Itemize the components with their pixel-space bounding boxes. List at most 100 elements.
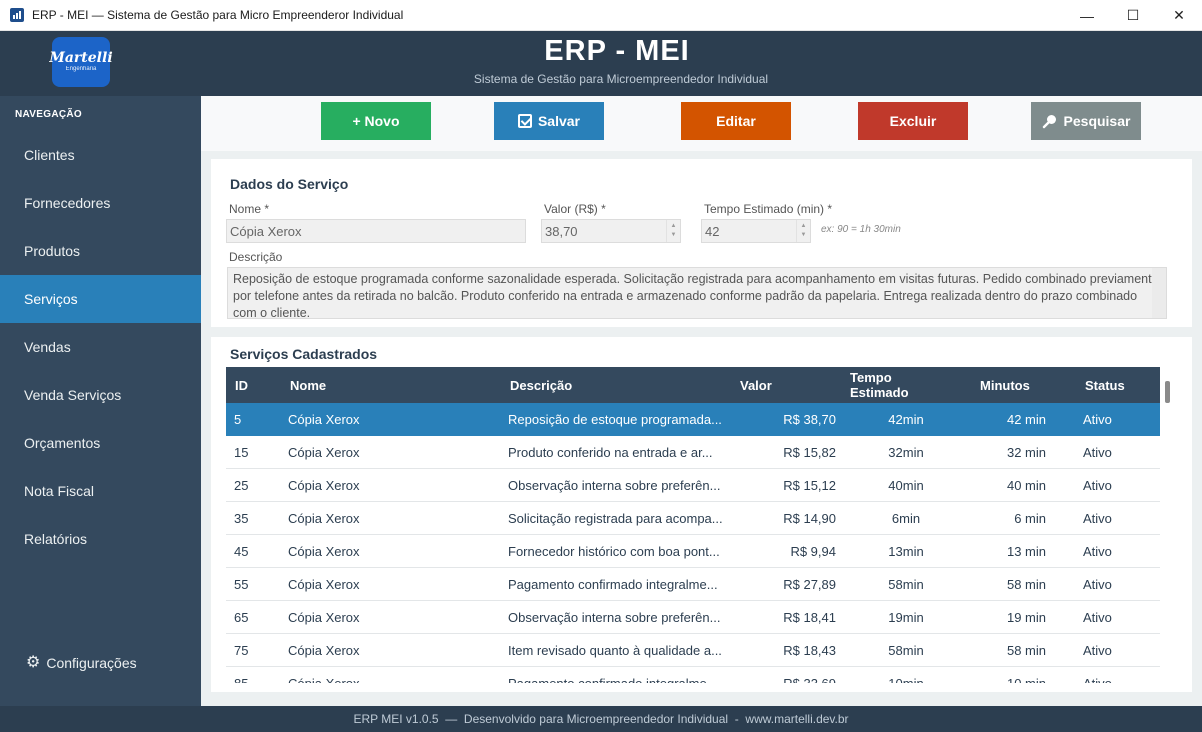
cell-descricao: Observação interna sobre preferên... <box>508 610 721 625</box>
cell-minutos: 6 min <box>1014 511 1046 526</box>
cell-valor: R$ 15,82 <box>783 445 836 460</box>
cell-nome: Cópia Xerox <box>288 577 360 592</box>
price-field[interactable]: 38,70 ▲ ▼ <box>541 219 681 243</box>
sidebar-item-clientes[interactable]: Clientes <box>0 131 201 179</box>
search-button[interactable]: Pesquisar <box>1031 102 1141 140</box>
col-valor[interactable]: Valor <box>740 367 772 403</box>
search-icon <box>1042 115 1056 129</box>
cell-status: Ativo <box>1083 544 1112 559</box>
col-descricao[interactable]: Descrição <box>510 367 572 403</box>
table-row[interactable]: 85 Cópia Xerox Pagamento confirmado integr… <box>226 667 1160 683</box>
settings-button[interactable]: ⚙ Configurações <box>26 655 137 672</box>
cell-tempo: 40min <box>888 478 924 493</box>
cell-id: 85 <box>234 667 248 683</box>
maximize-button[interactable]: ☐ <box>1110 0 1156 31</box>
sidebar-item-nota-fiscal[interactable]: Nota Fiscal <box>0 467 201 515</box>
cell-nome: Cópia Xerox <box>288 667 360 683</box>
cell-status: Ativo <box>1083 643 1112 658</box>
sidebar-item-venda-servicos[interactable]: Venda Serviços <box>0 371 201 419</box>
description-field[interactable]: Reposição de estoque programada conforme… <box>227 267 1167 319</box>
col-minutos[interactable]: Minutos <box>980 367 1030 403</box>
cell-id: 15 <box>234 445 249 460</box>
sidebar-item-relatorios[interactable]: Relatórios <box>0 515 201 563</box>
window-title: ERP - MEI — Sistema de Gestão para Micro… <box>32 8 404 22</box>
cell-descricao: Observação interna sobre preferên... <box>508 478 721 493</box>
delete-button[interactable]: Excluir <box>858 102 968 140</box>
cell-tempo: 58min <box>888 643 924 658</box>
sidebar-item-fornecedores[interactable]: Fornecedores <box>0 179 201 227</box>
table-row[interactable]: 55 Cópia Xerox Pagamento confirmado integr… <box>226 568 1160 601</box>
cell-minutos: 58 min <box>1006 577 1046 592</box>
scrollbar-thumb[interactable] <box>1165 381 1170 403</box>
services-table-panel: Serviços Cadastrados ID Nome Descrição V… <box>211 337 1192 692</box>
cell-descricao: Pagamento confirmado integralme... <box>508 577 718 592</box>
sidebar-item-orcamentos[interactable]: Orçamentos <box>0 419 201 467</box>
close-button[interactable]: ✕ <box>1156 0 1202 31</box>
table-row[interactable]: 35 Cópia Xerox Solicitação registrada para… <box>226 502 1160 535</box>
cell-valor: R$ 18,41 <box>783 610 836 625</box>
table-row[interactable]: 75 Cópia Xerox Item revisado quanto à qual… <box>226 634 1160 667</box>
table-row[interactable]: 15 Cópia Xerox Produto conferido na entrad… <box>226 436 1160 469</box>
cell-minutos: 58 min <box>1006 643 1046 658</box>
description-scrollbar[interactable] <box>1152 268 1166 318</box>
sidebar-item-produtos[interactable]: Produtos <box>0 227 201 275</box>
cell-id: 55 <box>234 577 249 592</box>
cell-minutos: 32 min <box>1006 445 1046 460</box>
cell-status: Ativo <box>1083 610 1112 625</box>
cell-status: Ativo <box>1083 667 1112 683</box>
time-label: Tempo Estimado (min) * <box>704 202 833 216</box>
cell-valor: R$ 33,69 <box>746 667 836 683</box>
nav-section-label: NAVEGAÇÃO <box>15 109 82 120</box>
time-spinner[interactable]: ▲ ▼ <box>796 220 810 242</box>
col-nome[interactable]: Nome <box>290 367 326 403</box>
table-header: ID Nome Descrição Valor Tempo Estimado M… <box>226 367 1160 403</box>
new-button[interactable]: + Novo <box>321 102 431 140</box>
sidebar-item-servicos[interactable]: Serviços <box>0 275 201 323</box>
cell-status: Ativo <box>1083 412 1112 427</box>
name-field[interactable]: Cópia Xerox <box>226 219 526 243</box>
toolbar: + Novo Salvar Editar Excluir Pesquisar <box>201 96 1202 151</box>
settings-label: Configurações <box>46 655 137 671</box>
cell-valor: R$ 38,70 <box>783 412 836 427</box>
minimize-button[interactable]: — <box>1064 0 1110 31</box>
cell-minutos: 19 min <box>1006 610 1046 625</box>
sidebar-item-vendas[interactable]: Vendas <box>0 323 201 371</box>
cell-minutos: 42 min <box>1006 412 1046 427</box>
edit-button[interactable]: Editar <box>681 102 791 140</box>
cell-valor: R$ 9,94 <box>790 544 836 559</box>
price-spinner[interactable]: ▲ ▼ <box>666 220 680 242</box>
sidebar: NAVEGAÇÃO Clientes Fornecedores Produtos… <box>0 96 201 706</box>
time-field[interactable]: 42 ▲ ▼ <box>701 219 811 243</box>
time-hint: ex: 90 = 1h 30min <box>821 224 901 235</box>
check-square-icon <box>517 114 532 128</box>
cell-tempo: 42min <box>888 412 924 427</box>
cell-tempo: 6min <box>891 511 921 526</box>
cell-descricao: Solicitação registrada para acompa... <box>508 511 723 526</box>
cell-valor: R$ 14,90 <box>783 511 836 526</box>
cell-nome: Cópia Xerox <box>288 412 360 427</box>
table-row[interactable]: 65 Cópia Xerox Observação interna sobre pr… <box>226 601 1160 634</box>
cell-nome: Cópia Xerox <box>288 511 360 526</box>
cell-minutos: 10 min <box>966 667 1046 683</box>
cell-tempo: 10min <box>866 667 946 683</box>
cell-descricao: Fornecedor histórico com boa pont... <box>508 544 720 559</box>
col-status[interactable]: Status <box>1085 367 1125 403</box>
cell-nome: Cópia Xerox <box>288 643 360 658</box>
cell-id: 65 <box>234 610 249 625</box>
col-tempo[interactable]: Tempo Estimado <box>850 367 920 403</box>
table-row[interactable]: 45 Cópia Xerox Fornecedor histórico com bo… <box>226 535 1160 568</box>
name-label: Nome * <box>229 202 270 216</box>
app-subtitle: Sistema de Gestão para Microempreendedor… <box>473 72 769 86</box>
cell-valor: R$ 18,43 <box>783 643 836 658</box>
table-title: Serviços Cadastrados <box>230 346 378 362</box>
cell-tempo: 58min <box>888 577 924 592</box>
cell-valor: R$ 15,12 <box>783 478 836 493</box>
table-body: 5 Cópia Xerox Reposição de estoque program… <box>226 403 1160 683</box>
cell-status: Ativo <box>1083 445 1112 460</box>
save-button[interactable]: Salvar <box>494 102 604 140</box>
table-row[interactable]: 5 Cópia Xerox Reposição de estoque program… <box>226 403 1160 436</box>
cell-tempo: 13min <box>888 544 924 559</box>
col-id[interactable]: ID <box>235 367 248 403</box>
table-scrollbar[interactable] <box>1160 367 1177 683</box>
table-row[interactable]: 25 Cópia Xerox Observação interna sobre pr… <box>226 469 1160 502</box>
